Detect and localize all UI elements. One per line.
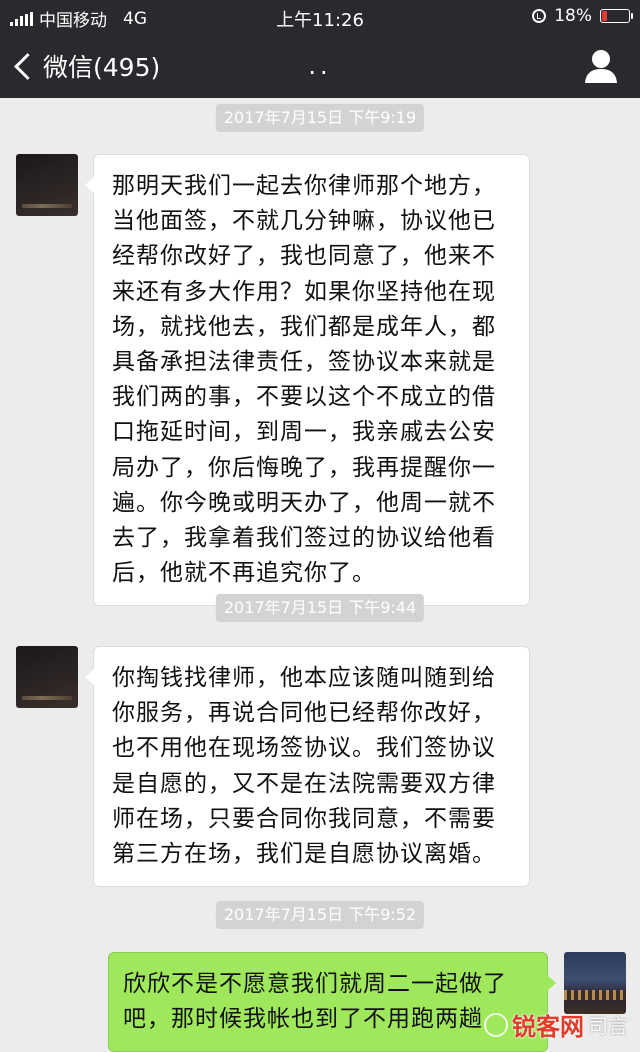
- timestamp: 2017年7月15日 下午9:52: [215, 901, 425, 929]
- message-line: 当他面签，不就几分钟嘛，协议他已: [112, 208, 496, 235]
- message-bubble-received[interactable]: 那明天我们一起去你律师那个地方， 当他面签，不就几分钟嘛，协议他已 经帮你改好了…: [85, 154, 530, 607]
- profile-button[interactable]: [584, 48, 618, 84]
- person-icon: [585, 50, 617, 83]
- message-line: 你服务，再说合同他已经帮你改好，: [112, 700, 496, 727]
- message-line: 场，就找他去，我们都是成年人，都: [112, 313, 496, 340]
- contact-avatar[interactable]: [16, 154, 78, 216]
- message-line: 具备承担法律责任，签协议本来就是: [112, 349, 496, 376]
- message-line: 经帮你改好了，我也同意了，他来不: [112, 243, 496, 270]
- message-line: 那明天我们一起去你律师那个地方，: [112, 173, 496, 199]
- chat-header: 微信(495) ..: [0, 34, 640, 98]
- message-line: 后，他就不再追究你了。: [112, 560, 376, 587]
- status-right: 18%: [532, 6, 633, 26]
- contact-avatar[interactable]: [16, 646, 78, 708]
- watermark: 锐客网 司言: [484, 1007, 628, 1042]
- message-line: 遍。你今晚或明天办了，他周一就不: [112, 489, 496, 516]
- message-line: 局办了，你后悔晚了，我再提醒你一: [112, 454, 496, 481]
- battery-icon: [600, 9, 633, 23]
- message-line: 来还有多大作用？如果你坚持他在现: [112, 278, 496, 305]
- message-line: 也不用他在现场签协议。我们签协议: [112, 735, 496, 762]
- chat-title: ..: [308, 52, 332, 80]
- battery-percent: 18%: [554, 6, 592, 26]
- message-line: 第三方在场，我们是自愿协议离婚。: [112, 841, 496, 868]
- watermark-brand: 锐客网: [512, 1013, 584, 1041]
- status-bar: 中国移动 4G 上午11:26 18%: [0, 0, 640, 34]
- watermark-logo-icon: [484, 1012, 508, 1037]
- watermark-text: 司言: [588, 1014, 628, 1038]
- message-line: 是自愿的，又不是在法院需要双方律: [112, 770, 496, 797]
- message-bubble-received[interactable]: 你掏钱找律师，他本应该随叫随到给 你服务，再说合同他已经帮你改好， 也不用他在现…: [85, 646, 530, 888]
- message-line: 我们两的事，不要以这个不成立的借: [112, 384, 496, 411]
- message-line: 口拖延时间，到周一，我亲戚去公安: [112, 419, 496, 446]
- message-bubble-sent[interactable]: 欣欣不是不愿意我们就周二一起做了 吧，那时候我帐也到了不用跑两趟: [108, 952, 556, 1052]
- message-line: 欣欣不是不愿意我们就周二一起做了: [123, 971, 507, 997]
- message-line: 你掏钱找律师，他本应该随叫随到给: [112, 665, 496, 691]
- message-line: 师在场，只要合同你我同意，不需要: [112, 805, 496, 832]
- message-line: 吧，那时候我帐也到了不用跑两趟: [123, 1006, 483, 1033]
- my-avatar[interactable]: [564, 952, 626, 1014]
- rotation-lock-icon: [532, 9, 547, 23]
- timestamp: 2017年7月15日 下午9:44: [215, 594, 425, 622]
- timestamp: 2017年7月15日 下午9:19: [215, 104, 425, 132]
- message-line: 去了，我拿着我们签过的协议给他看: [112, 525, 496, 552]
